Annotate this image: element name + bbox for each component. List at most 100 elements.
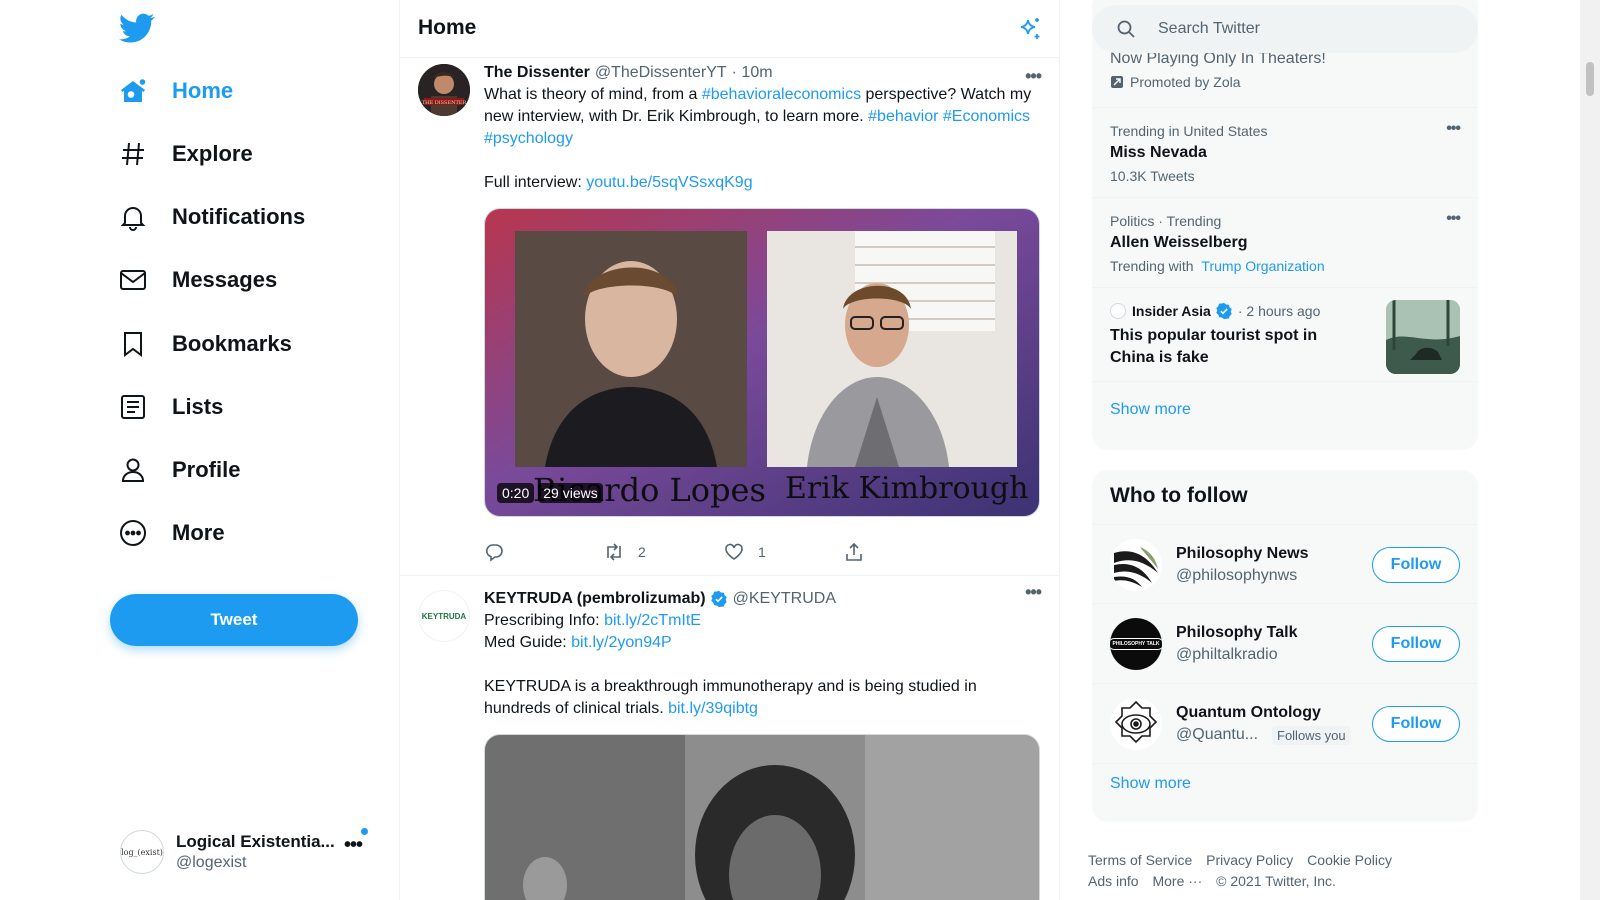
scrollbar-thumb[interactable] bbox=[1586, 62, 1594, 96]
tweet-text: What is theory of mind, from a #behavior… bbox=[484, 84, 1040, 150]
reply-button[interactable] bbox=[484, 540, 604, 564]
news-thumbnail bbox=[1386, 300, 1460, 374]
keytruda-logo: KEYTRUDA bbox=[421, 611, 467, 621]
nav-bookmarks[interactable]: Bookmarks bbox=[118, 318, 292, 370]
trend-meta: 10.3K Tweets bbox=[1110, 168, 1195, 184]
nav-more[interactable]: More bbox=[118, 507, 225, 559]
nav-lists-label: Lists bbox=[172, 394, 224, 419]
tweet-author-name[interactable]: The Dissenter bbox=[484, 64, 590, 82]
tweet-video[interactable]: Ricardo Lopes Erik Kimbrough 0:20 29 vie… bbox=[484, 208, 1040, 517]
news-source: Insider Asia bbox=[1132, 303, 1211, 319]
tweet-link[interactable]: bit.ly/39qibtg bbox=[668, 700, 758, 717]
tweet-button[interactable]: Tweet bbox=[110, 594, 358, 646]
hashtag-link[interactable]: #behavior bbox=[868, 108, 938, 125]
suggestion-avatar: PHILOSOPHY TALK bbox=[1110, 618, 1162, 670]
trends-panel: Now Playing Only In Theaters! Promoted b… bbox=[1092, 0, 1478, 450]
trend-item[interactable]: Trending in United States Miss Nevada 10… bbox=[1092, 108, 1478, 198]
suggestion-avatar bbox=[1110, 539, 1162, 591]
video-caption-right: Erik Kimbrough bbox=[785, 471, 1029, 506]
notification-dot-icon bbox=[361, 828, 368, 835]
account-switcher[interactable]: log_(exist) Logical Existentia... @logex… bbox=[120, 826, 380, 878]
retweet-button[interactable]: 2 bbox=[604, 540, 724, 564]
verified-badge-icon bbox=[710, 590, 727, 608]
nav-notifications[interactable]: Notifications bbox=[118, 191, 305, 243]
page-scrollbar[interactable] bbox=[1580, 0, 1600, 900]
follow-suggestion[interactable]: Philosophy News @philosophynws Follow bbox=[1092, 524, 1478, 604]
tweet-link[interactable]: youtu.be/5sqVSsxqK9g bbox=[586, 174, 752, 191]
trend-title: Allen Weisselberg bbox=[1110, 234, 1248, 251]
share-button[interactable] bbox=[844, 540, 964, 564]
video-views: 29 views bbox=[538, 483, 603, 503]
search-icon bbox=[1117, 20, 1135, 38]
account-more-icon: ••• bbox=[343, 834, 363, 856]
like-button[interactable]: 1 bbox=[724, 540, 844, 564]
trend-item[interactable]: Politics · Trending Allen Weisselberg Tr… bbox=[1092, 198, 1478, 288]
news-headline: This popular tourist spot in China is fa… bbox=[1110, 327, 1318, 366]
retweet-icon bbox=[607, 543, 621, 561]
tweet-text-line: Med Guide: bit.ly/2yon94P bbox=[484, 632, 1040, 654]
follows-you-badge: Follows you bbox=[1272, 726, 1351, 745]
timeline-header: Home bbox=[400, 0, 1059, 58]
nav-profile[interactable]: Profile bbox=[118, 444, 240, 496]
nav-messages-label: Messages bbox=[172, 267, 278, 292]
search-input[interactable] bbox=[1158, 20, 1458, 38]
footer-link[interactable]: Privacy Policy bbox=[1206, 852, 1293, 868]
who-to-follow-show-more-link[interactable]: Show more bbox=[1110, 775, 1191, 793]
med-guide-label: Med Guide: bbox=[484, 634, 572, 651]
tweet-video[interactable] bbox=[484, 734, 1040, 900]
nav-messages[interactable]: Messages bbox=[118, 254, 277, 306]
tweet-avatar[interactable]: THE DISSENTER bbox=[418, 64, 470, 116]
tweet-link[interactable]: bit.ly/2cTmItE bbox=[604, 612, 701, 629]
page-title: Home bbox=[418, 16, 477, 39]
nav-explore[interactable]: Explore bbox=[118, 128, 253, 180]
account-display-name: Logical Existentia... bbox=[176, 832, 335, 851]
trend-meta-link[interactable]: Trump Organization bbox=[1201, 258, 1324, 274]
promoted-icon bbox=[1111, 76, 1123, 88]
follow-button[interactable]: Follow bbox=[1372, 706, 1460, 742]
tweet-actions: 2 1 bbox=[484, 540, 964, 564]
tweet-author-handle[interactable]: @TheDissenterYT bbox=[595, 64, 727, 82]
tweet-more-icon[interactable]: ••• bbox=[1025, 582, 1042, 603]
news-item[interactable]: Insider Asia · 2 hours ago This popular … bbox=[1092, 288, 1478, 382]
share-icon bbox=[846, 542, 862, 561]
follow-suggestion[interactable]: Quantum Ontology @Quantu... Follows you … bbox=[1092, 684, 1478, 764]
footer-link[interactable]: More ··· bbox=[1152, 873, 1202, 889]
tweet-item[interactable]: KEYTRUDA KEYTRUDA (pembrolizumab) @KEYTR… bbox=[400, 576, 1059, 900]
trend-more-icon[interactable]: ••• bbox=[1446, 210, 1461, 228]
hashtag-icon bbox=[118, 139, 148, 169]
tweet-author-handle[interactable]: @KEYTRUDA bbox=[733, 590, 836, 608]
suggestion-handle: @philosophynws bbox=[1176, 567, 1298, 584]
trend-more-icon[interactable]: ••• bbox=[1446, 120, 1461, 138]
tweet-link[interactable]: bit.ly/2yon94P bbox=[571, 634, 672, 651]
search-bar[interactable] bbox=[1092, 5, 1478, 53]
follow-button[interactable]: Follow bbox=[1372, 547, 1460, 583]
footer-link[interactable]: Terms of Service bbox=[1088, 852, 1192, 868]
nav-home[interactable]: Home bbox=[118, 65, 233, 117]
account-names: Logical Existentia... @logexist bbox=[176, 832, 336, 872]
footer-link[interactable]: Ads info bbox=[1088, 873, 1139, 889]
nav-home-label: Home bbox=[172, 78, 234, 103]
twitter-logo-icon[interactable] bbox=[119, 10, 155, 46]
tweet-avatar[interactable]: KEYTRUDA bbox=[418, 590, 470, 642]
trends-show-more-link[interactable]: Show more bbox=[1110, 401, 1191, 419]
list-icon bbox=[118, 392, 148, 422]
hashtag-link[interactable]: #psychology bbox=[484, 130, 573, 147]
tweet-item[interactable]: THE DISSENTER The Dissenter @TheDissente… bbox=[400, 58, 1059, 576]
hashtag-link[interactable]: #Economics bbox=[943, 108, 1030, 125]
video-duration: 0:20 bbox=[497, 483, 535, 503]
nav-lists[interactable]: Lists bbox=[118, 381, 223, 433]
footer-link[interactable]: Cookie Policy bbox=[1307, 852, 1392, 868]
hashtag-link[interactable]: #behavioraleconomics bbox=[702, 86, 861, 103]
tweet-author-name[interactable]: KEYTRUDA (pembrolizumab) bbox=[484, 590, 706, 608]
news-source-avatar bbox=[1110, 303, 1126, 319]
follow-suggestion[interactable]: PHILOSOPHY TALK Philosophy Talk @philtal… bbox=[1092, 604, 1478, 684]
more-circle-icon bbox=[118, 518, 148, 548]
envelope-icon bbox=[118, 265, 148, 295]
philosophy-talk-logo: PHILOSOPHY TALK bbox=[1110, 638, 1162, 650]
trend-meta-prefix: Trending with bbox=[1110, 258, 1194, 274]
follow-button[interactable]: Follow bbox=[1372, 626, 1460, 662]
sparkle-icon[interactable] bbox=[1017, 16, 1043, 42]
tweet-more-icon[interactable]: ••• bbox=[1025, 66, 1042, 87]
tweet-time[interactable]: · 10m bbox=[732, 64, 773, 82]
video-overlay-badges: 0:20 29 views bbox=[497, 483, 603, 503]
